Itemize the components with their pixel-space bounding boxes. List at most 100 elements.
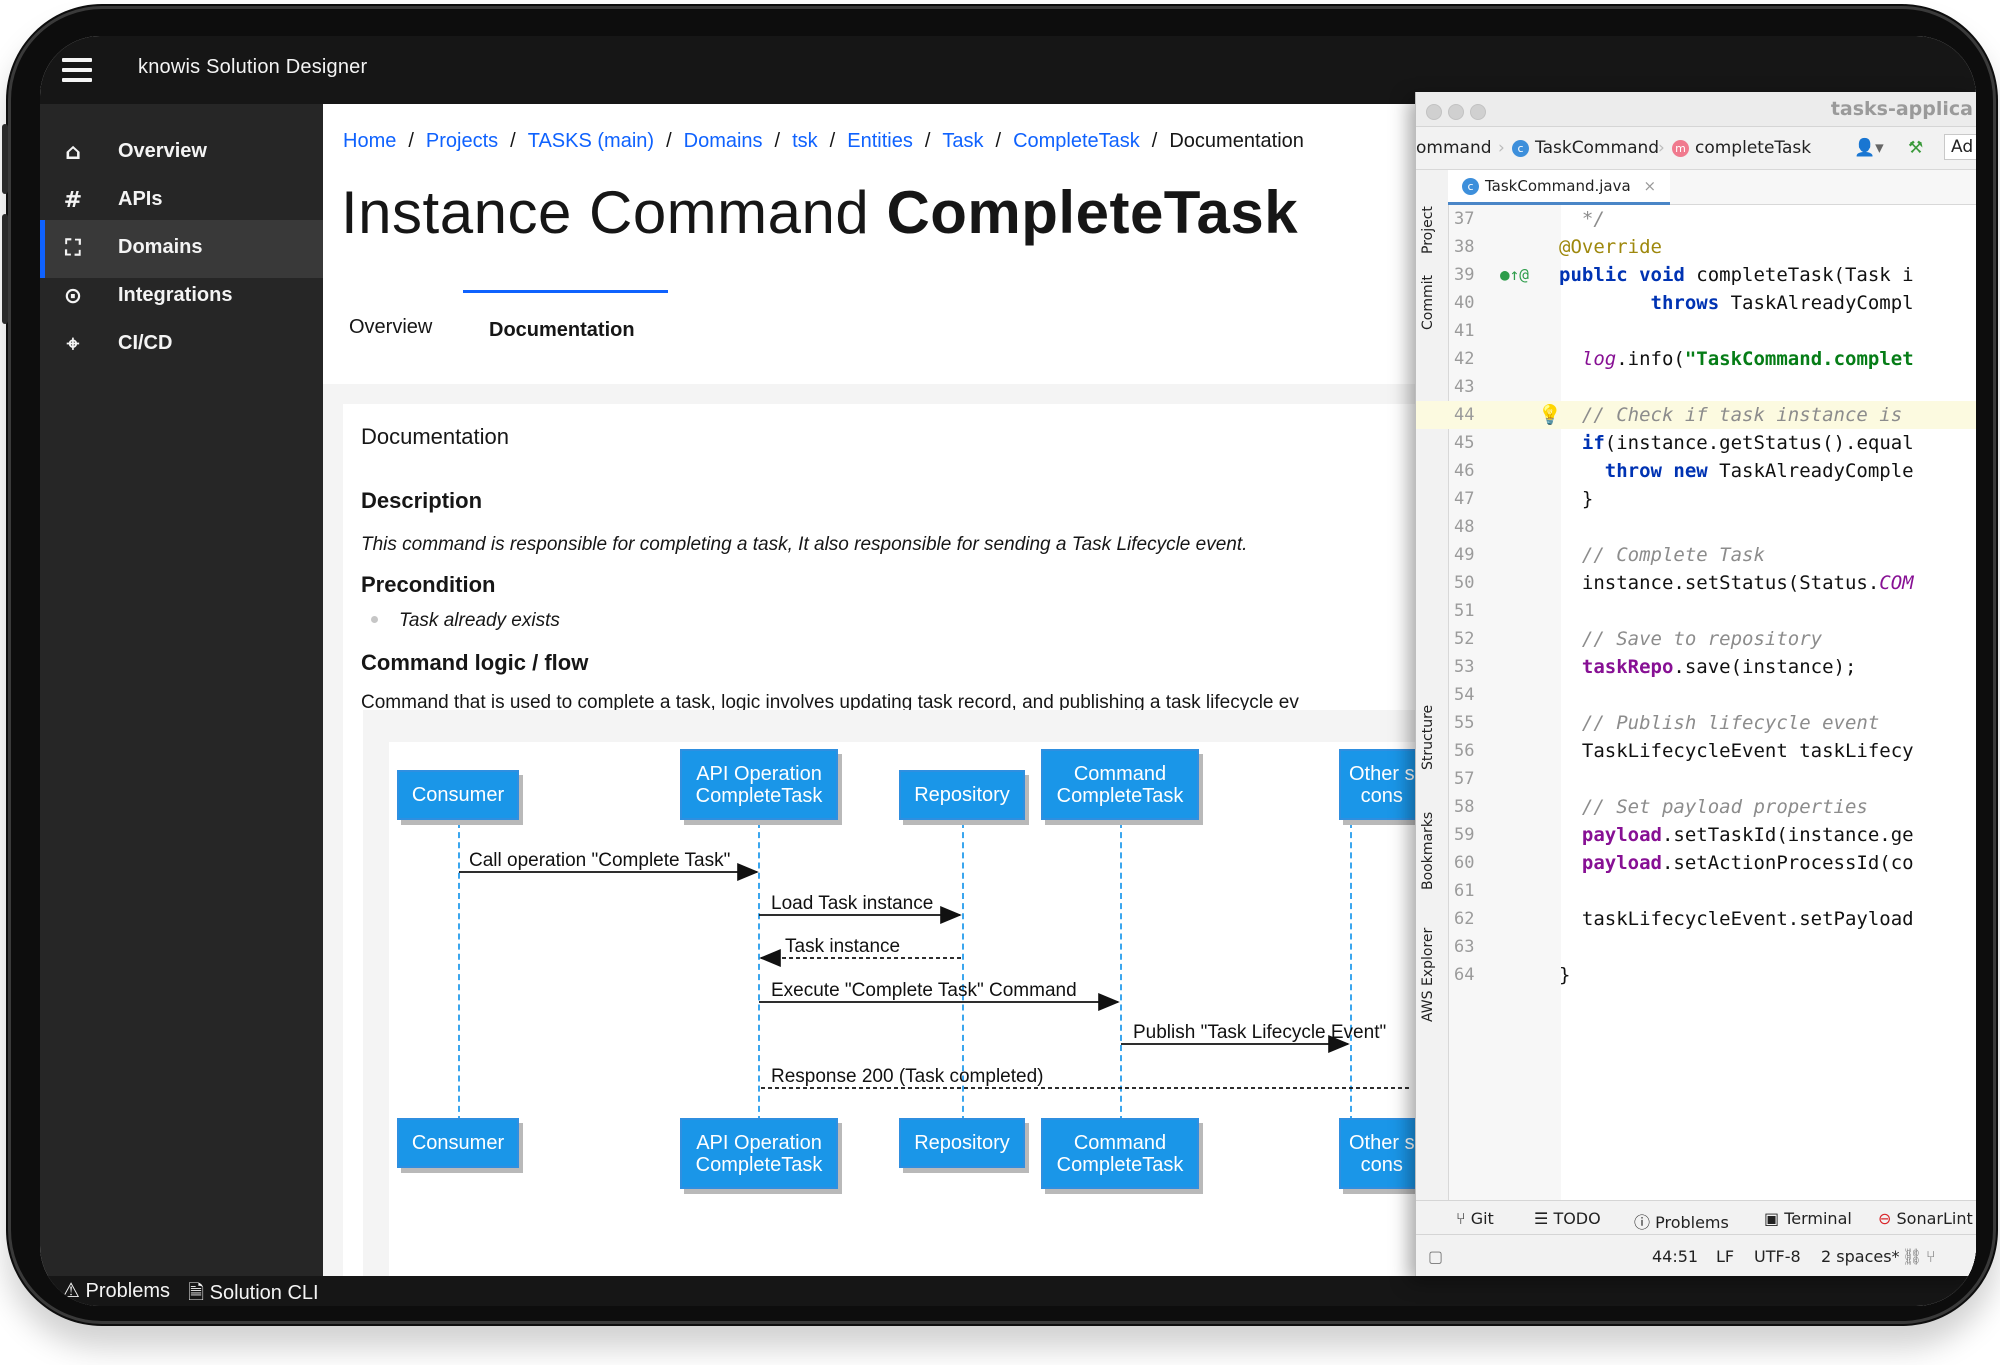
hash-icon: # bbox=[63, 188, 83, 213]
sidebar-item-label: CI/CD bbox=[118, 332, 173, 354]
side-button bbox=[2, 214, 8, 324]
sidebar-item-label: APIs bbox=[118, 188, 163, 210]
file-encoding[interactable]: UTF-8 bbox=[1754, 1247, 1801, 1266]
caret-position[interactable]: 44:51 bbox=[1652, 1247, 1698, 1266]
ide-tool-window-bar: ⑂ Git ☰ TODO ⓘ Problems ▣ Terminal ⊖ Son… bbox=[1416, 1200, 1976, 1235]
message-task-instance: Task instance bbox=[785, 936, 901, 957]
code-line: } bbox=[1559, 488, 1594, 510]
chevron-right-icon: › bbox=[1658, 138, 1665, 158]
breadcrumb-tsk[interactable]: tsk bbox=[792, 130, 818, 152]
breadcrumb-task[interactable]: Task bbox=[942, 130, 983, 152]
line-number: 59 bbox=[1454, 825, 1475, 845]
minimize-window-button[interactable] bbox=[1448, 104, 1464, 120]
build-hammer-icon[interactable]: ⚒ bbox=[1908, 138, 1923, 158]
tab-label: Overview bbox=[349, 316, 433, 338]
file-icon: 🗎 bbox=[188, 1282, 205, 1304]
nav-crumb-method-label: completeTask bbox=[1695, 138, 1812, 158]
sidebar-item-label: Domains bbox=[118, 236, 203, 258]
bottom-bar: ⚠ Problems 🗎 Solution CLI bbox=[40, 1276, 1976, 1306]
breadcrumb-tasks[interactable]: TASKS (main) bbox=[528, 130, 654, 152]
nav-crumb-class-label: TaskCommand bbox=[1535, 138, 1660, 158]
user-icon[interactable]: 👤▾ bbox=[1854, 138, 1884, 158]
branch-icon[interactable]: ⑂ bbox=[1926, 1247, 1936, 1266]
precondition-title: Precondition bbox=[361, 572, 496, 597]
lock-icon[interactable]: ⛓ bbox=[1902, 1247, 1922, 1266]
line-number: 37 bbox=[1454, 209, 1475, 229]
code-line: // Complete Task bbox=[1581, 544, 1765, 566]
precondition-item: Task already exists bbox=[399, 610, 560, 631]
description-title: Description bbox=[361, 488, 483, 513]
code-line: // Save to repository bbox=[1581, 628, 1823, 650]
line-number: 42 bbox=[1454, 349, 1475, 369]
line-number: 40 bbox=[1454, 293, 1475, 313]
tab-label: Documentation bbox=[489, 319, 635, 341]
domains-icon: ⛶ bbox=[65, 236, 81, 261]
problems-button[interactable]: ⚠ Problems bbox=[62, 1278, 170, 1303]
line-number: 48 bbox=[1454, 517, 1475, 537]
problems-tool-button[interactable]: ⓘ Problems bbox=[1634, 1209, 1729, 1233]
close-window-button[interactable] bbox=[1426, 104, 1442, 120]
breadcrumb-home[interactable]: Home bbox=[343, 130, 396, 152]
tab-documentation[interactable]: Documentation bbox=[463, 290, 668, 351]
nav-crumb-method[interactable]: m completeTask bbox=[1672, 138, 1811, 158]
code-line: */ bbox=[1559, 208, 1605, 230]
code-line: // Publish lifecycle event bbox=[1581, 712, 1880, 734]
git-tool-button[interactable]: ⑂ Git bbox=[1456, 1209, 1494, 1228]
breadcrumb-completetask[interactable]: CompleteTask bbox=[1013, 130, 1140, 152]
tool-label: SonarLint bbox=[1896, 1209, 1973, 1228]
warning-icon: ⚠ bbox=[62, 1280, 80, 1302]
line-separator[interactable]: LF bbox=[1716, 1247, 1734, 1266]
line-number: 53 bbox=[1454, 657, 1475, 677]
list-icon: ☰ bbox=[1534, 1209, 1554, 1228]
breadcrumb-domains[interactable]: Domains bbox=[684, 130, 763, 152]
todo-tool-button[interactable]: ☰ TODO bbox=[1534, 1209, 1601, 1228]
layout-icon[interactable]: ▢ bbox=[1428, 1247, 1443, 1266]
ide-navigation-bar: ommand › c TaskCommand › m completeTask 👤▾… bbox=[1416, 127, 1976, 170]
code-line: // Set payload properties bbox=[1581, 796, 1868, 818]
line-number: 61 bbox=[1454, 881, 1475, 901]
ide-window-title: tasks-applica bbox=[1830, 98, 1973, 120]
line-number: 45 bbox=[1454, 433, 1475, 453]
line-number: 62 bbox=[1454, 909, 1475, 929]
target-icon: ⌖ bbox=[66, 332, 80, 357]
code-line: if(instance.getStatus().equal bbox=[1581, 432, 1914, 454]
add-configuration-button[interactable]: Ad bbox=[1944, 134, 1976, 160]
editor-tab-taskcommand[interactable]: c TaskCommand.java × bbox=[1448, 170, 1671, 205]
close-tab-icon[interactable]: × bbox=[1643, 177, 1656, 195]
menu-icon[interactable] bbox=[62, 58, 92, 82]
indent-setting[interactable]: 2 spaces* bbox=[1821, 1247, 1900, 1266]
doc-heading: Documentation bbox=[361, 424, 509, 449]
sonarlint-tool-button[interactable]: ⊖ SonarLint bbox=[1878, 1209, 1973, 1228]
breadcrumb-projects[interactable]: Projects bbox=[426, 130, 498, 152]
line-number: 56 bbox=[1454, 741, 1475, 761]
line-number: 63 bbox=[1454, 937, 1475, 957]
implement-marker-icon[interactable]: ●↑@ bbox=[1500, 261, 1529, 289]
sidebar-item-label: Overview bbox=[118, 140, 207, 162]
participant-repository: Repository bbox=[899, 770, 1025, 820]
code-line: throw new TaskAlreadyComple bbox=[1604, 460, 1914, 482]
terminal-tool-button[interactable]: ▣ Terminal bbox=[1764, 1209, 1852, 1228]
nav-crumb-command[interactable]: ommand bbox=[1416, 138, 1492, 158]
page-title-name: CompleteTask bbox=[886, 179, 1299, 246]
nav-crumb-class[interactable]: c TaskCommand bbox=[1512, 138, 1659, 158]
tablet-frame: knowis Solution Designer ⌂ Overview # AP… bbox=[2, 4, 1998, 1326]
solution-cli-label: Solution CLI bbox=[209, 1282, 319, 1304]
participant-repository-bottom: Repository bbox=[899, 1118, 1025, 1168]
code-line: log.info("TaskCommand.complet bbox=[1581, 348, 1914, 370]
page-title-prefix: Instance Command bbox=[341, 179, 870, 246]
code-line: taskLifecycleEvent.setPayload bbox=[1559, 908, 1914, 930]
message-load-task: Load Task instance bbox=[771, 893, 934, 914]
sidebar-item-cicd[interactable]: ⌖ CI/CD bbox=[40, 316, 323, 374]
line-number: 43 bbox=[1454, 377, 1475, 397]
sonarlint-icon: ⊖ bbox=[1878, 1209, 1897, 1228]
participant-command-bottom: Command CompleteTask bbox=[1041, 1118, 1199, 1189]
branch-icon: ⑂ bbox=[1456, 1209, 1471, 1228]
integration-icon: ⊙ bbox=[63, 284, 83, 309]
editor-tabs: c TaskCommand.java × bbox=[1448, 170, 1976, 205]
message-publish-event: Publish "Task Lifecycle Event" bbox=[1133, 1022, 1387, 1043]
problems-label: Problems bbox=[85, 1280, 170, 1302]
tab-overview[interactable]: Overview bbox=[323, 290, 463, 348]
maximize-window-button[interactable] bbox=[1470, 104, 1486, 120]
solution-cli-button[interactable]: 🗎 Solution CLI bbox=[188, 1278, 319, 1306]
breadcrumb-entities[interactable]: Entities bbox=[847, 130, 913, 152]
